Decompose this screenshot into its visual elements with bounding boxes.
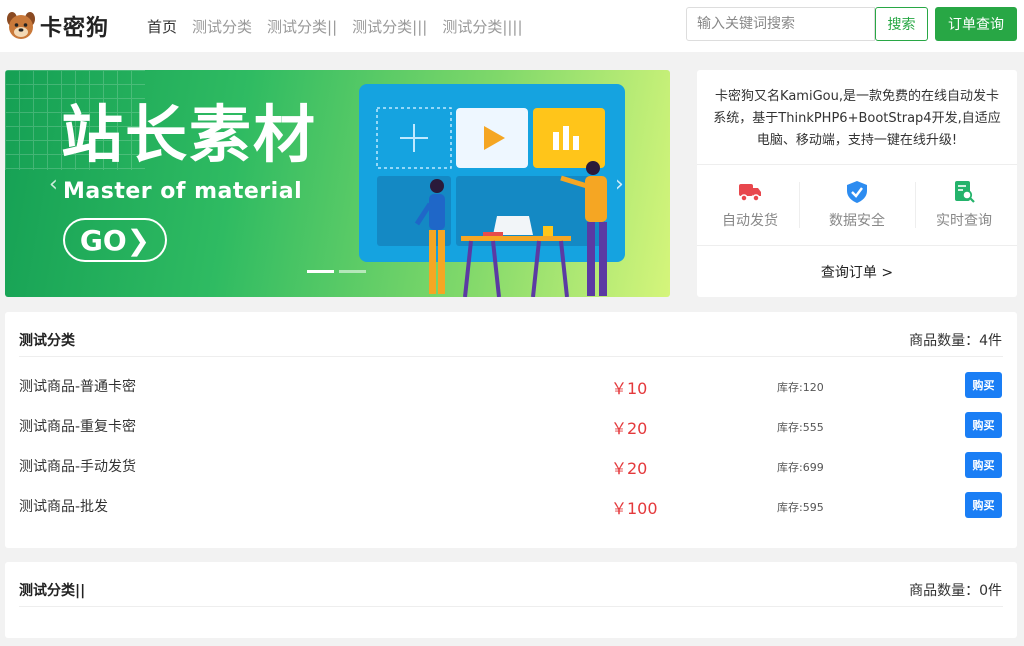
buy-button[interactable]: 购买 <box>965 492 1002 518</box>
feature-label: 数据安全 <box>829 213 885 229</box>
product-stock: 库存:120 <box>777 381 824 394</box>
carousel-prev-icon[interactable]: ‹ <box>49 172 58 197</box>
product-stock: 库存:595 <box>777 501 824 514</box>
category-panel: 测试分类|| 商品数量：0件 <box>5 562 1017 638</box>
shield-check-icon <box>847 181 867 203</box>
product-name[interactable]: 测试商品-手动发货 <box>19 456 136 476</box>
product-price: ￥100 <box>611 499 658 518</box>
product-price: ￥20 <box>611 419 648 438</box>
product-row: 测试商品-手动发货 ￥20 库存:699 购买 <box>5 445 1017 485</box>
carousel-dot-2[interactable] <box>339 270 366 273</box>
nav-item-home[interactable]: 首页 <box>147 16 177 37</box>
search-button[interactable]: 搜索 <box>875 7 928 41</box>
nav-item-category-4[interactable]: 测试分类|||| <box>442 16 522 37</box>
divider <box>19 606 1003 607</box>
delivery-truck-icon <box>739 184 761 202</box>
divider <box>697 164 1017 165</box>
feature-realtime-query: 实时查询 <box>911 180 1017 230</box>
document-search-icon <box>955 181 975 203</box>
feature-label: 实时查询 <box>936 213 992 229</box>
product-price: ￥20 <box>611 459 648 478</box>
site-description: 卡密狗又名KamiGou,是一款免费的在线自动发卡系统，基于ThinkPHP6+… <box>713 89 1001 148</box>
banner-carousel[interactable]: 站长素材 Master of material GO❯ ‹ › <box>5 70 670 297</box>
carousel-dot-1[interactable] <box>307 270 334 273</box>
feature-data-security: 数据安全 <box>804 180 910 230</box>
product-row: 测试商品-普通卡密 ￥10 库存:120 购买 <box>5 365 1017 405</box>
product-stock: 库存:555 <box>777 421 824 434</box>
nav-item-category-2[interactable]: 测试分类|| <box>267 16 337 37</box>
site-logo[interactable]: 卡密狗 <box>6 10 109 42</box>
carousel-indicators <box>307 270 371 273</box>
site-info-card: 卡密狗又名KamiGou,是一款免费的在线自动发卡系统，基于ThinkPHP6+… <box>697 70 1017 297</box>
divider <box>19 356 1003 357</box>
search-input[interactable] <box>686 7 875 41</box>
nav-item-category-1[interactable]: 测试分类 <box>192 16 252 37</box>
product-count: 商品数量：4件 <box>909 333 1002 349</box>
product-price: ￥10 <box>611 379 648 398</box>
top-navbar: 卡密狗 首页 测试分类 测试分类|| 测试分类||| 测试分类|||| 搜索 订… <box>0 0 1024 52</box>
feature-auto-delivery: 自动发货 <box>697 180 803 230</box>
buy-button[interactable]: 购买 <box>965 412 1002 438</box>
product-name[interactable]: 测试商品-批发 <box>19 496 108 516</box>
main-nav: 首页 测试分类 测试分类|| 测试分类||| 测试分类|||| <box>147 16 538 37</box>
product-row: 测试商品-重复卡密 ￥20 库存:555 购买 <box>5 405 1017 445</box>
order-query-button[interactable]: 订单查询 <box>935 7 1017 41</box>
banner-subtitle: Master of material <box>63 179 303 204</box>
category-title: 测试分类|| <box>19 583 86 599</box>
query-order-link[interactable]: 查询订单 > <box>697 262 1017 282</box>
buy-button[interactable]: 购买 <box>965 452 1002 478</box>
product-stock: 库存:699 <box>777 461 824 474</box>
logo-text: 卡密狗 <box>40 16 110 41</box>
nav-item-category-3[interactable]: 测试分类||| <box>352 16 427 37</box>
divider <box>697 245 1017 246</box>
product-count: 商品数量：0件 <box>909 583 1002 599</box>
dog-face-icon <box>7 12 35 39</box>
product-name[interactable]: 测试商品-普通卡密 <box>19 376 136 396</box>
category-title: 测试分类 <box>19 333 75 349</box>
category-panel: 测试分类 商品数量：4件 测试商品-普通卡密 ￥10 库存:120 购买 测试商… <box>5 312 1017 548</box>
banner-go-button[interactable]: GO❯ <box>63 218 167 262</box>
buy-button[interactable]: 购买 <box>965 372 1002 398</box>
product-row: 测试商品-批发 ￥100 库存:595 购买 <box>5 485 1017 525</box>
banner-title: 站长素材 <box>61 98 318 171</box>
product-name[interactable]: 测试商品-重复卡密 <box>19 416 136 436</box>
feature-label: 自动发货 <box>722 213 778 229</box>
divider <box>799 182 800 228</box>
carousel-next-icon[interactable]: › <box>615 172 624 197</box>
